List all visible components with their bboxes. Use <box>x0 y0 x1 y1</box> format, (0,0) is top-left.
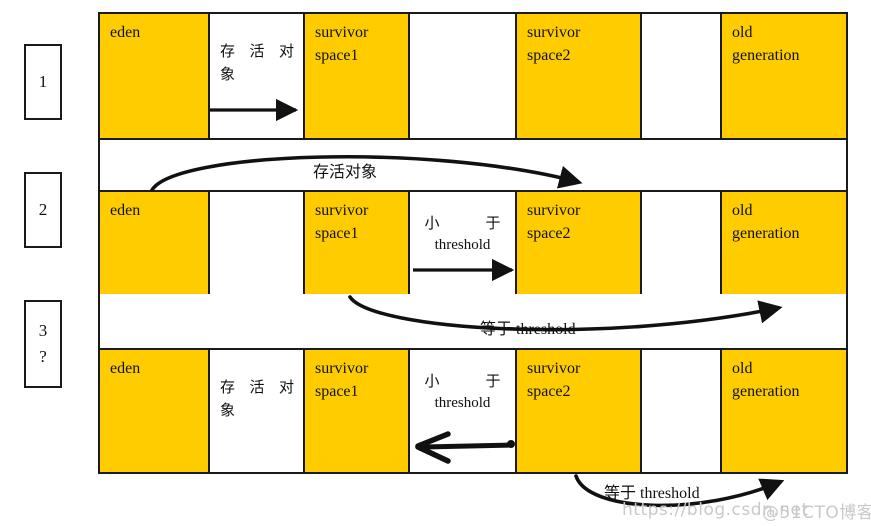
row-2-cell-gap-3 <box>642 192 722 294</box>
row-3-cell-eden: eden <box>100 350 210 472</box>
row-3-label-survivor-space2: survivor space2 <box>527 360 581 400</box>
row-2-label-threshold: threshold <box>434 237 491 254</box>
row-3-label-surviving-objects: 存 活 对 象 <box>220 378 294 420</box>
step-number-3-line-1: 3 <box>38 320 48 340</box>
row-3-label-less-than: 小 于 <box>424 372 501 390</box>
band-between-row2-row3 <box>98 294 848 350</box>
gc-memory-diagram: 1 2 3 ? eden 存 活 对 象 survivor space1 sur… <box>0 0 871 526</box>
memory-row-2: eden survivor space1 小 于 threshold survi… <box>98 190 848 296</box>
row-1-label-survivor-space2: survivor space2 <box>527 24 581 64</box>
row-2-cell-old-generation: old generation <box>722 192 846 294</box>
row-3-cell-old-generation: old generation <box>722 350 846 472</box>
row-3-label-threshold: threshold <box>434 395 491 412</box>
row-2-cell-survivor-space1: survivor space1 <box>305 192 410 294</box>
row-2-cell-gap-1 <box>210 192 305 294</box>
step-number-box-2: 2 <box>24 172 62 248</box>
row-3-cell-gap-1: 存 活 对 象 <box>210 350 305 472</box>
arrow-label-band2-surviving-objects: 存活对象 <box>313 162 378 181</box>
row-3-cell-gap-2: 小 于 threshold <box>410 350 517 472</box>
row-1-label-survivor-space1: survivor space1 <box>315 24 369 64</box>
step-number-3-line-2: ? <box>39 347 47 366</box>
row-3-label-old-generation: old generation <box>732 360 800 400</box>
row-3-cell-survivor-space2: survivor space2 <box>517 350 642 472</box>
watermark-handle: @51CTO博客 <box>762 503 871 523</box>
row-2-cell-survivor-space2: survivor space2 <box>517 192 642 294</box>
row-3-cell-gap-3 <box>642 350 722 472</box>
step-number-2-line-1: 2 <box>38 199 48 219</box>
row-3-cell-survivor-space1: survivor space1 <box>305 350 410 472</box>
row-1-cell-survivor-space2: survivor space2 <box>517 14 642 138</box>
arrow-label-band3-en: threshold <box>516 321 576 338</box>
row-1-label-surviving-objects: 存 活 对 象 <box>220 42 294 84</box>
step-number-box-1: 1 <box>24 44 62 120</box>
band-between-row1-row2 <box>98 140 848 192</box>
step-number-box-3: 3 ? <box>24 300 62 388</box>
row-1-cell-gap-3 <box>642 14 722 138</box>
row-2-label-survivor-space2: survivor space2 <box>527 202 581 242</box>
memory-row-1: eden 存 活 对 象 survivor space1 survivor sp… <box>98 12 848 140</box>
row-2-label-old-generation: old generation <box>732 202 800 242</box>
row-2-cell-eden: eden <box>100 192 210 294</box>
row-1-cell-survivor-space1: survivor space1 <box>305 14 410 138</box>
memory-row-3: eden 存 活 对 象 survivor space1 小 于 thresho… <box>98 348 848 474</box>
row-3-label-survivor-space1: survivor space1 <box>315 360 369 400</box>
step-number-1-line-1: 1 <box>38 71 48 91</box>
arrow-label-band3-equal-threshold: 等于 threshold <box>480 315 576 339</box>
row-1-cell-old-generation: old generation <box>722 14 846 138</box>
row-3-label-eden: eden <box>110 360 141 377</box>
row-1-label-old-generation: old generation <box>732 24 800 64</box>
row-1-label-eden: eden <box>110 24 141 41</box>
arrow-label-band3-cn: 等于 <box>480 319 513 338</box>
row-2-label-eden: eden <box>110 202 141 219</box>
row-1-cell-gap-1: 存 活 对 象 <box>210 14 305 138</box>
row-2-label-less-than: 小 于 <box>424 214 501 232</box>
row-1-cell-eden: eden <box>100 14 210 138</box>
row-2-cell-gap-2: 小 于 threshold <box>410 192 517 294</box>
row-2-label-survivor-space1: survivor space1 <box>315 202 369 242</box>
row-1-cell-gap-2 <box>410 14 517 138</box>
